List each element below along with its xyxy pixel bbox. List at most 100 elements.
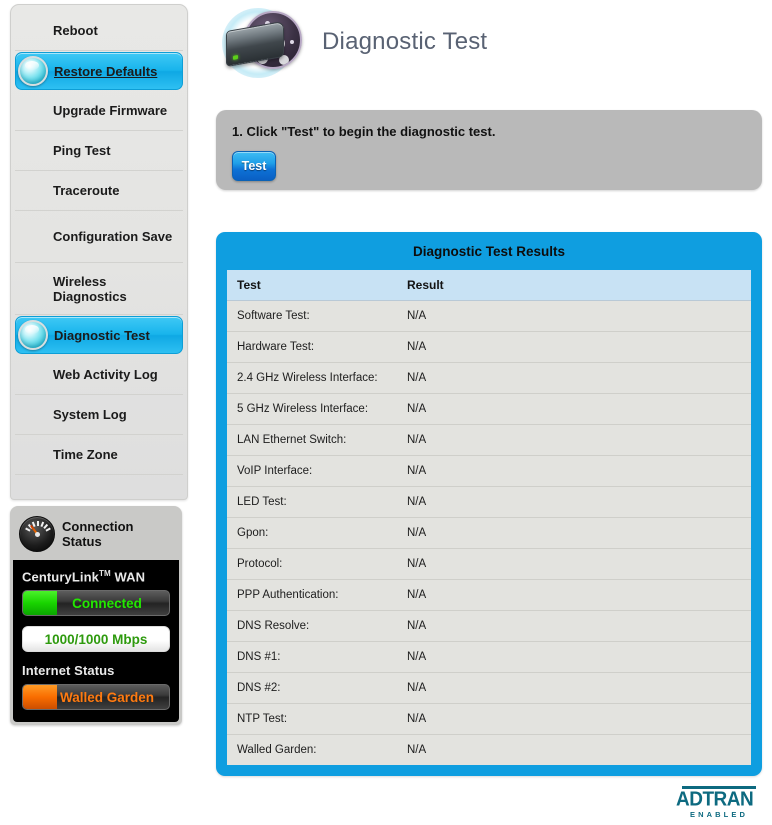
result-test-name: VoIP Interface: xyxy=(227,455,397,487)
result-test-name: PPP Authentication: xyxy=(227,579,397,611)
table-row: Walled Garden: N/A xyxy=(227,734,751,765)
table-row: Protocol: N/A xyxy=(227,548,751,580)
result-value: N/A xyxy=(397,300,751,332)
result-value: N/A xyxy=(397,331,751,363)
gauge-icon xyxy=(19,516,55,552)
orb-icon xyxy=(18,320,48,350)
result-value: N/A xyxy=(397,393,751,425)
sidebar-item-label: Upgrade Firmware xyxy=(53,103,168,118)
wan-speed-bar: 1000/1000 Mbps xyxy=(22,626,170,653)
sidebar-item-label: Diagnostic Test xyxy=(54,327,150,343)
table-row: DNS #1: N/A xyxy=(227,641,751,673)
test-button-label: Test xyxy=(241,159,267,173)
internet-status-bar: Walled Garden xyxy=(22,684,170,711)
result-test-name: LAN Ethernet Switch: xyxy=(227,424,397,456)
table-row: PPP Authentication: N/A xyxy=(227,579,751,611)
sidebar-item-system-log[interactable]: System Log xyxy=(15,395,183,435)
result-test-name: Protocol: xyxy=(227,548,397,580)
wan-status-bar: Connected xyxy=(22,590,170,617)
sidebar-item-label: Reboot xyxy=(53,23,98,38)
table-row: Gpon: N/A xyxy=(227,517,751,549)
table-row: LAN Ethernet Switch: N/A xyxy=(227,424,751,456)
sidebar-item-web-activity-log[interactable]: Web Activity Log xyxy=(15,355,183,395)
table-row: DNS #2: N/A xyxy=(227,672,751,704)
connection-status-header: Connection Status xyxy=(13,509,179,560)
result-value: N/A xyxy=(397,548,751,580)
sidebar-item-upgrade-firmware[interactable]: Upgrade Firmware xyxy=(15,91,183,131)
page-header: Diagnostic Test xyxy=(218,2,487,82)
trademark-symbol: TM xyxy=(98,569,111,578)
result-value: N/A xyxy=(397,517,751,549)
result-test-name: Walled Garden: xyxy=(227,734,397,765)
result-test-name: LED Test: xyxy=(227,486,397,518)
connection-status-title: Connection Status xyxy=(62,519,134,549)
instruction-panel: 1. Click "Test" to begin the diagnostic … xyxy=(216,110,762,190)
table-row: LED Test: N/A xyxy=(227,486,751,518)
connection-status-body: CenturyLinkTM WAN Connected 1000/1000 Mb… xyxy=(13,560,179,723)
page-title: Diagnostic Test xyxy=(322,28,488,55)
adtran-logo-word: ADTRAN xyxy=(676,788,754,811)
wan-label: CenturyLinkTM WAN xyxy=(22,569,170,584)
column-header-result: Result xyxy=(397,270,751,301)
sidebar-item-time-zone[interactable]: Time Zone xyxy=(15,435,183,475)
sidebar-item-restore-defaults[interactable]: Restore Defaults xyxy=(15,52,183,90)
results-table: Test Result Software Test: N/A Hardware Te… xyxy=(227,270,751,765)
results-title: Diagnostic Test Results xyxy=(412,243,566,259)
table-row: NTP Test: N/A xyxy=(227,703,751,735)
result-value: N/A xyxy=(397,579,751,611)
result-value: N/A xyxy=(397,362,751,394)
result-value: N/A xyxy=(397,734,751,765)
sidebar-item-label: Ping Test xyxy=(53,143,111,158)
table-row: Software Test: N/A xyxy=(227,300,751,332)
sidebar-item-label: Restore Defaults xyxy=(54,63,158,79)
result-test-name: NTP Test: xyxy=(227,703,397,735)
result-test-name: DNS #2: xyxy=(227,672,397,704)
instruction-text: 1. Click "Test" to begin the diagnostic … xyxy=(232,124,496,139)
sidebar-item-label: Configuration Save xyxy=(53,229,173,244)
table-row: Hardware Test: N/A xyxy=(227,331,751,363)
adtran-logo-subtitle: ENABLED xyxy=(690,810,748,819)
sidebar-item-wireless-diagnostics[interactable]: Wireless Diagnostics xyxy=(15,263,183,315)
result-value: N/A xyxy=(397,486,751,518)
sidebar-item-label: System Log xyxy=(53,407,127,422)
result-value: N/A xyxy=(397,703,751,735)
column-header-test: Test xyxy=(227,270,397,301)
results-panel: Diagnostic Test Results Test Result Soft… xyxy=(216,232,762,776)
sidebar-item-configuration-save[interactable]: Configuration Save xyxy=(15,211,183,263)
result-test-name: Gpon: xyxy=(227,517,397,549)
internet-status-label: Internet Status xyxy=(22,663,115,679)
result-value: N/A xyxy=(397,455,751,487)
wan-speed-text: 1000/1000 Mbps xyxy=(44,631,148,647)
result-value: N/A xyxy=(397,424,751,456)
result-test-name: Hardware Test: xyxy=(227,331,397,363)
result-test-name: 2.4 GHz Wireless Interface: xyxy=(227,362,397,394)
sidebar-item-diagnostic-test[interactable]: Diagnostic Test xyxy=(15,316,183,354)
sidebar-item-ping-test[interactable]: Ping Test xyxy=(15,131,183,171)
sidebar-item-traceroute[interactable]: Traceroute xyxy=(15,171,183,211)
table-header-row: Test Result xyxy=(227,270,751,301)
sidebar-nav: Reboot Restore Defaults Upgrade Firmware Pi… xyxy=(10,4,188,500)
sidebar-item-label: Traceroute xyxy=(53,183,120,198)
result-test-name: DNS #1: xyxy=(227,641,397,673)
table-row: VoIP Interface: N/A xyxy=(227,455,751,487)
table-row: 5 GHz Wireless Interface: N/A xyxy=(227,393,751,425)
disk-diagnostic-icon xyxy=(218,2,302,82)
result-value: N/A xyxy=(397,610,751,642)
result-test-name: 5 GHz Wireless Interface: xyxy=(227,393,397,425)
sidebar-item-reboot[interactable]: Reboot xyxy=(15,11,183,51)
orb-icon xyxy=(18,56,48,86)
table-row: DNS Resolve: N/A xyxy=(227,610,751,642)
wan-provider-name: CenturyLink xyxy=(22,569,99,585)
result-value: N/A xyxy=(397,672,751,704)
connection-status-panel: Connection Status CenturyLinkTM WAN Conn… xyxy=(10,506,182,726)
wan-status-text: Connected xyxy=(72,595,142,611)
internet-status-text: Walled Garden xyxy=(59,689,155,705)
result-test-name: DNS Resolve: xyxy=(227,610,397,642)
sidebar-item-label: Web Activity Log xyxy=(53,367,158,382)
sidebar-item-label: Wireless Diagnostics xyxy=(53,273,127,304)
result-test-name: Software Test: xyxy=(227,300,397,332)
test-button[interactable]: Test xyxy=(232,151,276,181)
wan-suffix: WAN xyxy=(114,569,146,585)
result-value: N/A xyxy=(397,641,751,673)
sidebar-item-label: Time Zone xyxy=(53,447,118,462)
